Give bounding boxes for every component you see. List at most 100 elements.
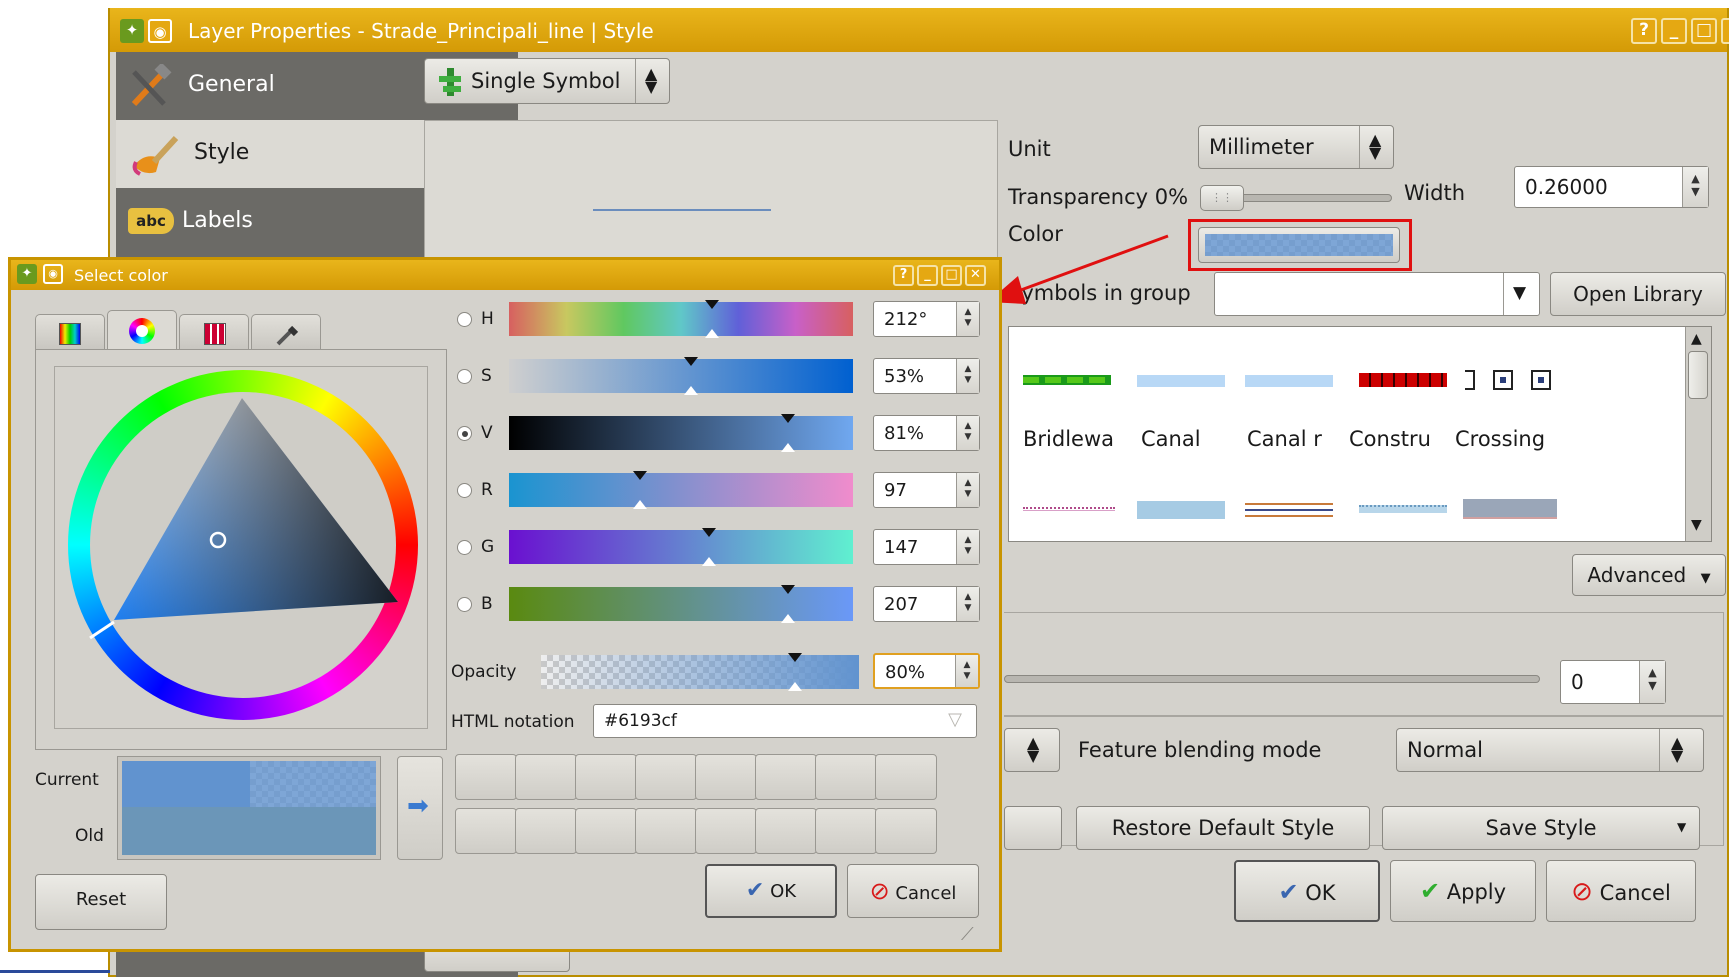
slider-marker-top[interactable] <box>781 585 795 594</box>
close-button[interactable]: ✕ <box>1721 18 1729 44</box>
ok-button[interactable]: ✔ OK <box>1234 860 1380 922</box>
resize-grip-icon[interactable]: ⟋ <box>961 924 974 945</box>
maximize-button[interactable]: □ <box>1691 18 1717 44</box>
slider-marker-top[interactable] <box>633 471 647 480</box>
canal-swatch[interactable] <box>1137 375 1225 387</box>
apply-current-to-old-button[interactable]: ➡ <box>397 756 443 860</box>
dialog-ok-button[interactable]: ✔ OK <box>705 864 837 918</box>
channel-spinbox-s[interactable]: 53% ▲ ▼ <box>873 358 980 394</box>
construction-swatch[interactable] <box>1359 373 1447 387</box>
slider-marker-top[interactable] <box>684 357 698 366</box>
tab-color-wheel[interactable] <box>107 310 177 350</box>
main-title-bar[interactable]: ✦ ◉ Layer Properties - Strade_Principali… <box>110 8 1729 52</box>
tab-color-picker[interactable] <box>251 314 321 350</box>
symbol-swatch[interactable] <box>1359 505 1447 513</box>
channel-slider-v[interactable] <box>509 414 853 452</box>
custom-color-swatch[interactable] <box>875 808 937 854</box>
scroll-thumb[interactable] <box>1688 351 1708 399</box>
channel-radio-v[interactable] <box>457 426 472 441</box>
window-menu-icon[interactable]: ◉ <box>148 19 172 43</box>
window-menu-icon[interactable]: ◉ <box>43 264 63 284</box>
spin-arrows-icon[interactable]: ▲ ▼ <box>956 416 979 450</box>
custom-color-swatch[interactable] <box>515 754 577 800</box>
symbol-swatch[interactable] <box>1023 507 1115 511</box>
custom-color-swatch[interactable] <box>575 808 637 854</box>
dropdown-triangle-icon[interactable]: ▽ <box>948 709 962 730</box>
width-spinbox[interactable]: 0.26000 ▲ ▼ <box>1514 166 1709 208</box>
symbols-scrollbar[interactable]: ▲ ▼ <box>1685 327 1711 541</box>
custom-color-swatch[interactable] <box>695 808 757 854</box>
channel-radio-g[interactable] <box>457 540 472 555</box>
symbol-swatch[interactable] <box>1137 501 1225 519</box>
minimize-button[interactable]: _ <box>917 265 938 286</box>
minimize-button[interactable]: _ <box>1661 18 1687 44</box>
custom-color-swatch[interactable] <box>815 754 877 800</box>
layer-transparency-spinbox[interactable]: 0 ▲ ▼ <box>1560 660 1666 704</box>
opacity-spinbox[interactable]: 80% ▲ ▼ <box>873 653 980 689</box>
spin-arrows-icon[interactable]: ▲ ▼ <box>956 302 979 336</box>
spin-arrows-icon[interactable]: ▲ ▼ <box>955 655 978 687</box>
reset-button[interactable]: Reset <box>35 874 167 930</box>
scroll-down-icon[interactable]: ▼ <box>1691 517 1702 533</box>
crossing-swatch[interactable] <box>1465 370 1555 392</box>
cancel-button[interactable]: ⊘ Cancel <box>1546 860 1696 922</box>
custom-color-swatch[interactable] <box>515 808 577 854</box>
channel-radio-h[interactable] <box>457 312 472 327</box>
custom-color-swatch[interactable] <box>455 754 517 800</box>
custom-color-swatch[interactable] <box>695 754 757 800</box>
channel-radio-r[interactable] <box>457 483 472 498</box>
feature-blending-dropdown[interactable]: Normal ▲ ▼ <box>1396 728 1704 772</box>
custom-color-swatch[interactable] <box>575 754 637 800</box>
channel-slider-g[interactable] <box>509 528 853 566</box>
channel-slider-s[interactable] <box>509 357 853 395</box>
load-style-button[interactable] <box>1004 806 1062 850</box>
channel-slider-r[interactable] <box>509 471 853 509</box>
layer-transparency-slider[interactable] <box>1004 675 1540 683</box>
spin-arrows-icon[interactable]: ▲ ▼ <box>956 587 979 621</box>
maximize-button[interactable]: □ <box>941 265 962 286</box>
open-library-button[interactable]: Open Library <box>1550 272 1726 316</box>
custom-color-swatch[interactable] <box>635 754 697 800</box>
layer-blending-dropdown[interactable]: ▲ ▼ <box>1004 728 1060 772</box>
canal-river-swatch[interactable] <box>1245 375 1333 387</box>
custom-color-swatch[interactable] <box>815 808 877 854</box>
spin-arrows-icon[interactable]: ▲ ▼ <box>1639 661 1665 703</box>
custom-color-swatch[interactable] <box>755 754 817 800</box>
help-button[interactable]: ? <box>1631 18 1657 44</box>
spin-arrows-icon[interactable]: ▲ ▼ <box>956 359 979 393</box>
custom-color-swatch[interactable] <box>875 754 937 800</box>
channel-slider-h[interactable] <box>509 300 853 338</box>
channel-spinbox-v[interactable]: 81% ▲ ▼ <box>873 415 980 451</box>
dialog-cancel-button[interactable]: ⊘ Cancel <box>847 864 979 918</box>
channel-radio-b[interactable] <box>457 597 472 612</box>
slider-marker-top[interactable] <box>781 414 795 423</box>
spin-arrows-icon[interactable]: ▲ ▼ <box>1682 167 1708 207</box>
symbol-swatch[interactable] <box>1463 499 1557 519</box>
symbol-swatch[interactable] <box>1245 503 1333 517</box>
renderer-dropdown[interactable]: Single Symbol ▲ ▼ <box>424 58 670 104</box>
opacity-slider[interactable] <box>541 653 859 691</box>
tab-color-ramp[interactable] <box>35 314 105 350</box>
custom-color-swatch[interactable] <box>755 808 817 854</box>
html-notation-field[interactable]: #6193cf ▽ <box>593 704 977 738</box>
channel-slider-b[interactable] <box>509 585 853 623</box>
restore-default-style-button[interactable]: Restore Default Style <box>1076 806 1370 850</box>
close-button[interactable]: ✕ <box>965 265 986 286</box>
slider-marker-top[interactable] <box>702 528 716 537</box>
channel-spinbox-b[interactable]: 207 ▲ ▼ <box>873 586 980 622</box>
symbol-group-dropdown[interactable]: ▼ <box>1214 272 1540 316</box>
dialog-title-bar[interactable]: ✦ ◉ Select color ? _ □ ✕ <box>11 260 999 290</box>
help-button[interactable]: ? <box>893 265 914 286</box>
save-style-button[interactable]: Save Style ▼ <box>1382 806 1700 850</box>
transparency-slider-handle[interactable]: ⋮⋮ <box>1200 185 1244 211</box>
spin-arrows-icon[interactable]: ▲ ▼ <box>956 530 979 564</box>
tab-swatches[interactable] <box>179 314 249 350</box>
unit-dropdown[interactable]: Millimeter ▲ ▼ <box>1198 125 1394 169</box>
channel-radio-s[interactable] <box>457 369 472 384</box>
channel-spinbox-g[interactable]: 147 ▲ ▼ <box>873 529 980 565</box>
symbols-list[interactable]: Bridlewa Canal Canal r Constru Crossing … <box>1008 326 1712 542</box>
channel-spinbox-r[interactable]: 97 ▲ ▼ <box>873 472 980 508</box>
scroll-up-icon[interactable]: ▲ <box>1691 331 1702 347</box>
slider-marker-top[interactable] <box>705 300 719 309</box>
advanced-button[interactable]: Advanced ▼ <box>1572 554 1726 596</box>
